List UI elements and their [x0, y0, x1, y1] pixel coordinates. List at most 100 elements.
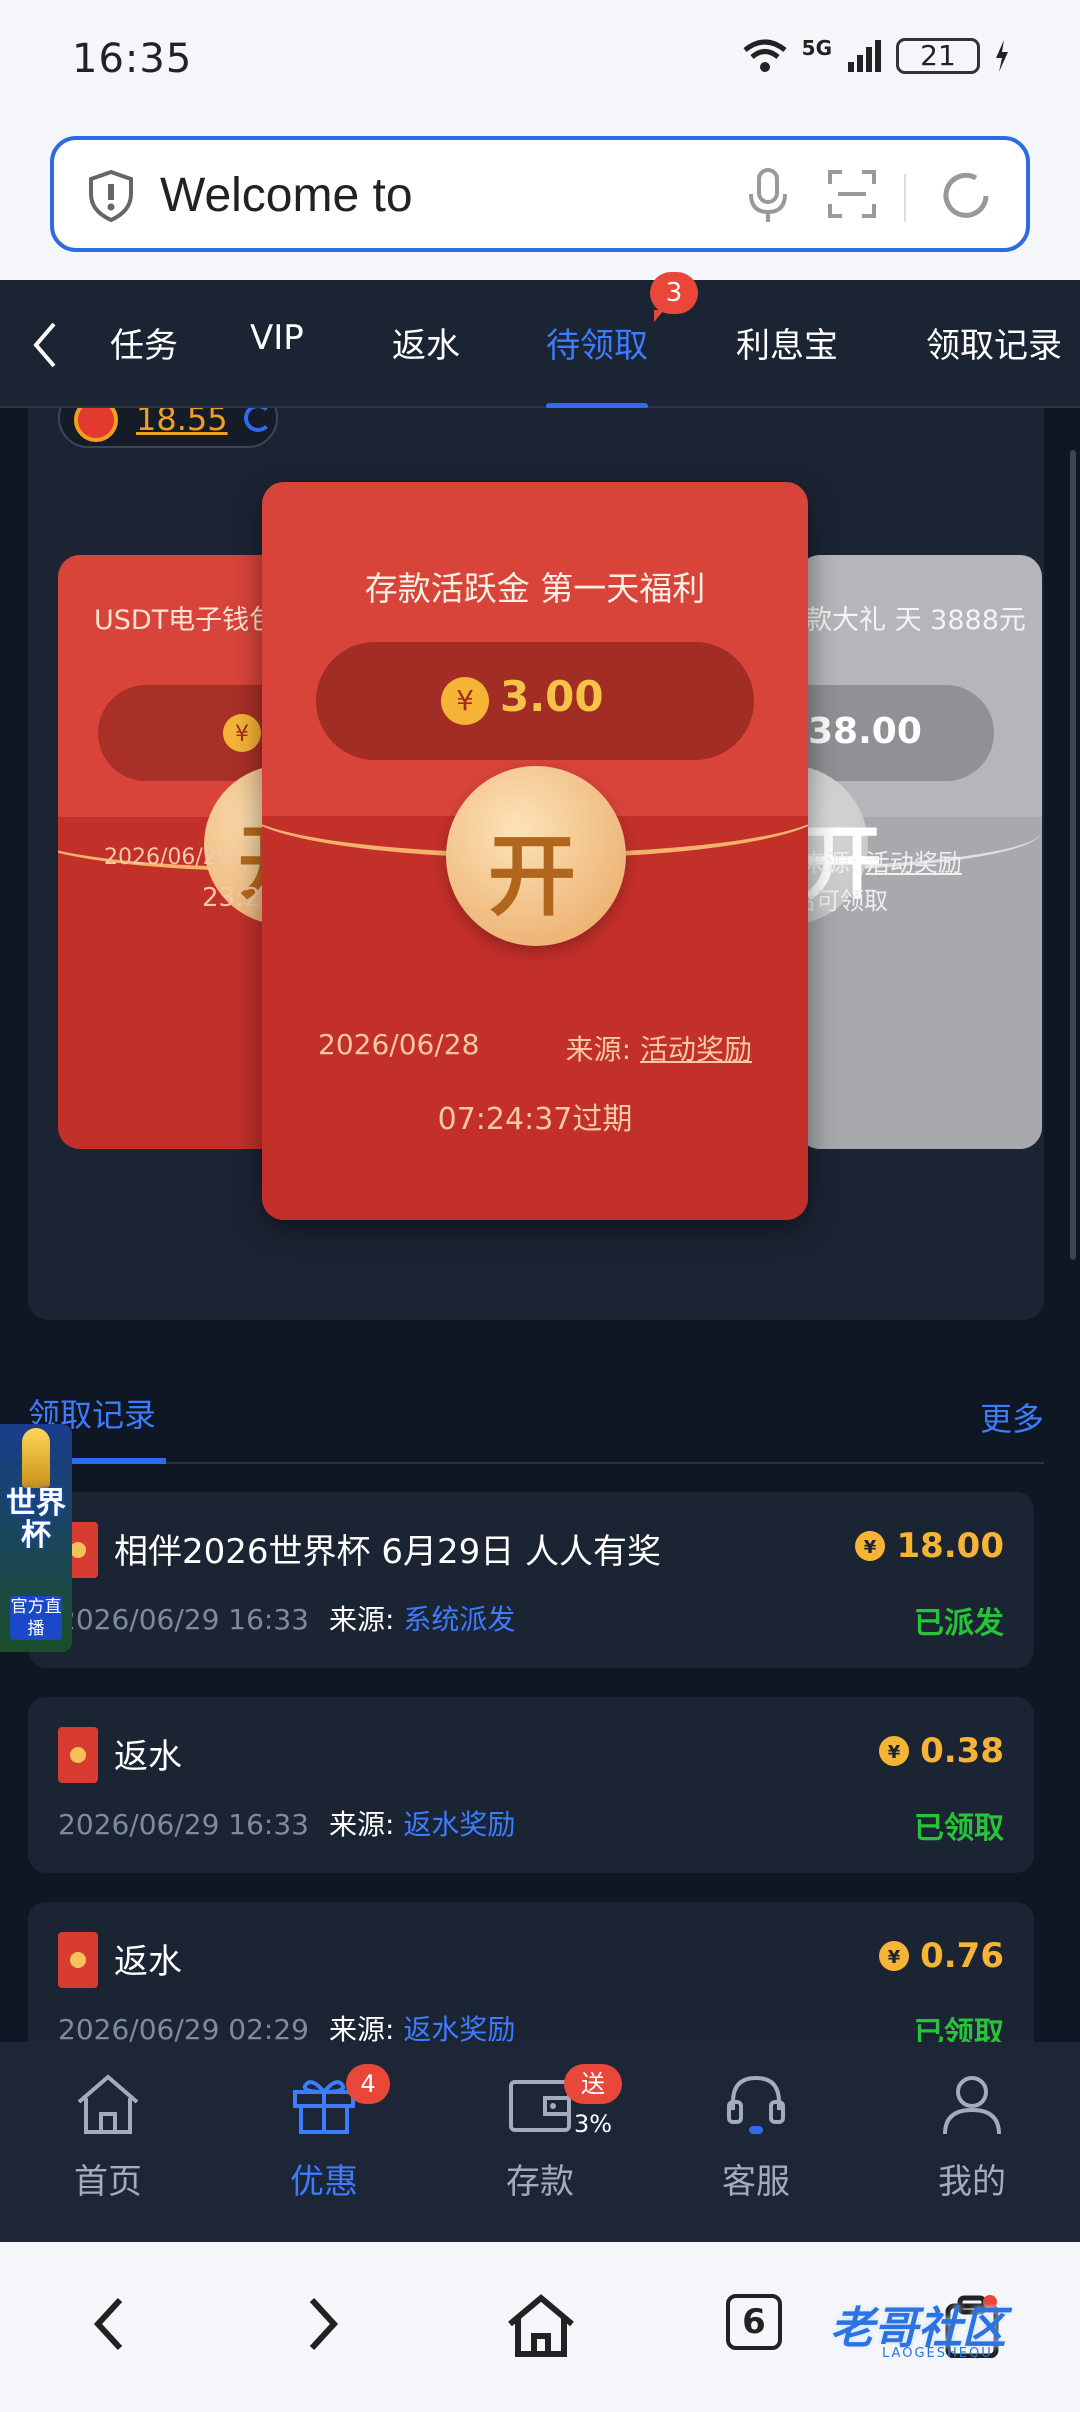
tabs-icon[interactable]: 6 [726, 2294, 782, 2350]
record-amount: ¥ 0.38 [878, 1731, 1004, 1771]
status-time: 16:35 [72, 36, 193, 82]
tab-pending-badge: 3 [650, 272, 698, 322]
red-envelope-icon [58, 1727, 98, 1783]
envelope-expire: 07:24:37过期 [437, 1102, 633, 1137]
record-name: 返水 [114, 1942, 182, 1982]
yuan-coin-icon: ¥ [441, 677, 489, 725]
tab-claim-history[interactable]: 领取记录 [926, 318, 1062, 367]
refresh-icon[interactable] [244, 408, 272, 432]
record-meta: 2026/06/29 16:33 来源: 系统派发 [58, 1598, 515, 1638]
record-item[interactable]: 相伴2026世界杯 6月29日 人人有奖 ¥ 18.00 2026/06/29 … [28, 1492, 1034, 1668]
yuan-coin-icon: ¥ [855, 1531, 886, 1561]
nav-profile[interactable]: 我的 [892, 2072, 1052, 2203]
signal-icon [848, 40, 881, 72]
charging-icon [996, 40, 1008, 72]
open-label: 开 [488, 825, 577, 928]
envelope-source: 来源: 活动奖励 [566, 1028, 752, 1068]
record-status: 已派发 [914, 1606, 1004, 1641]
yuan-coin-icon: ¥ [879, 1736, 910, 1766]
envelope-title: 存款活跃金 第一天福利 [364, 569, 706, 608]
balance-chip[interactable]: 18.55 [58, 408, 278, 448]
watermark-sub: LAOGESHEQU [882, 2346, 993, 2361]
tab-interest[interactable]: 利息宝 [736, 318, 838, 367]
svg-text:¥: ¥ [864, 1537, 877, 1558]
promo-tabs: 任务 VIP 返水 待领取 3 利息宝 领取记录 [0, 272, 1080, 409]
balance-value: 18.55 [136, 408, 228, 438]
worldcup-live-badge[interactable]: 世界杯 官方直播 [0, 1424, 72, 1652]
open-envelope-button[interactable]: 开 [446, 766, 626, 946]
record-meta: 2026/06/29 16:33 来源: 返水奖励 [58, 1803, 515, 1843]
red-envelope-icon [58, 1932, 98, 1988]
record-amount: ¥ 0.76 [878, 1936, 1004, 1976]
status-icons: 5G 21 [742, 36, 1010, 74]
mic-icon[interactable] [746, 168, 790, 224]
back-chevron-icon[interactable] [30, 320, 60, 370]
record-source-label: 来源: [328, 1603, 395, 1636]
nav-deposit-badge: 送3% [564, 2064, 623, 2138]
nav-promotions-badge: 4 [346, 2064, 390, 2104]
envelope-date: 2026/06/28 [318, 1028, 480, 1061]
worldcup-subtitle: 官方直播 [10, 1596, 62, 1640]
svg-text:¥: ¥ [888, 1742, 901, 1763]
headset-icon [727, 2075, 785, 2134]
record-source: 系统派发 [403, 1603, 516, 1636]
record-source: 返水奖励 [403, 1808, 516, 1841]
nav-home-label: 首页 [74, 2162, 142, 2202]
home-icon[interactable] [506, 2294, 576, 2358]
nav-deposit[interactable]: 存款 送3% [460, 2064, 623, 2203]
envelope-card-right[interactable]: 取款大礼 天 3888元 38.00 开 来源: 活动奖励 后可领取 [798, 555, 1042, 1149]
nav-promotions[interactable]: 优惠 4 [244, 2064, 404, 2203]
records-header: 领取记录 更多 [28, 1380, 1044, 1464]
record-amount-value: 0.38 [920, 1731, 1004, 1771]
url-text[interactable]: Welcome to [160, 168, 413, 223]
tab-pending-label: 待领取 [546, 326, 648, 366]
source-label: 来源: [565, 1033, 632, 1066]
record-amount: ¥ 18.00 [854, 1526, 1004, 1566]
record-name: 返水 [114, 1737, 182, 1777]
coin-dot-icon [74, 408, 118, 442]
more-link[interactable]: 更多 [980, 1394, 1044, 1440]
record-amount-value: 18.00 [896, 1526, 1004, 1566]
network-type: 5G [801, 36, 832, 60]
reload-icon[interactable] [938, 168, 994, 224]
browser-toolbar: Welcome to [0, 122, 1080, 280]
back-icon[interactable] [88, 2294, 128, 2354]
envelope-amount: 3.00 [500, 672, 604, 721]
nav-profile-label: 我的 [938, 2162, 1006, 2202]
svg-text:¥: ¥ [235, 722, 249, 747]
red-envelope-carousel: 18.55 USDT电子钱包升级 E ¥ 开 2026/06/29 23:24 … [28, 408, 1044, 1320]
forward-icon[interactable] [304, 2294, 344, 2354]
yuan-coin-icon: ¥ [879, 1941, 910, 1971]
record-item[interactable]: 返水 ¥ 0.38 2026/06/29 16:33 来源: 返水奖励 已领取 [28, 1697, 1034, 1873]
wifi-icon [743, 39, 787, 72]
battery-indicator: 21 [896, 38, 980, 74]
envelope-amount-pill: ¥ 3.00 [316, 642, 754, 760]
scan-icon[interactable] [828, 170, 876, 218]
nav-support-label: 客服 [722, 2162, 790, 2202]
source-link[interactable]: 活动奖励 [640, 1033, 752, 1066]
record-name: 相伴2026世界杯 6月29日 人人有奖 [114, 1532, 662, 1572]
bottom-nav: 首页 优惠 4 存款 送3% 客服 我的 [0, 2042, 1080, 2242]
tab-rebate[interactable]: 返水 [392, 318, 460, 367]
envelope-note: 后可领取 [798, 887, 888, 915]
source-link[interactable]: 活动奖励 [866, 849, 962, 877]
envelope-amount-pill: 38.00 [798, 685, 994, 781]
status-bar: 16:35 5G 21 [0, 0, 1080, 122]
tab-pending[interactable]: 待领取 3 [546, 272, 698, 409]
worldcup-title: 世界杯 [6, 1486, 66, 1553]
nav-support[interactable]: 客服 [676, 2072, 836, 2203]
nav-home[interactable]: 首页 [28, 2072, 188, 2203]
tab-task[interactable]: 任务 [110, 318, 178, 367]
record-datetime: 2026/06/29 16:33 [58, 1603, 309, 1636]
shield-icon[interactable] [88, 170, 134, 222]
user-icon [943, 2076, 1001, 2135]
source-label: 来源: [802, 849, 859, 877]
url-bar[interactable]: Welcome to [50, 136, 1030, 252]
envelope-card-center[interactable]: 存款活跃金 第一天福利 ¥ 3.00 开 2026/06/28 来源: 活动奖励… [262, 482, 808, 1220]
tab-vip[interactable]: VIP [250, 318, 304, 358]
svg-text:¥: ¥ [456, 684, 474, 717]
envelope-title: 取款大礼 天 3888元 [798, 605, 1026, 636]
url-bar-divider [904, 174, 906, 222]
nav-deposit-label: 存款 [506, 2162, 574, 2202]
scrollbar[interactable] [1070, 450, 1076, 1260]
